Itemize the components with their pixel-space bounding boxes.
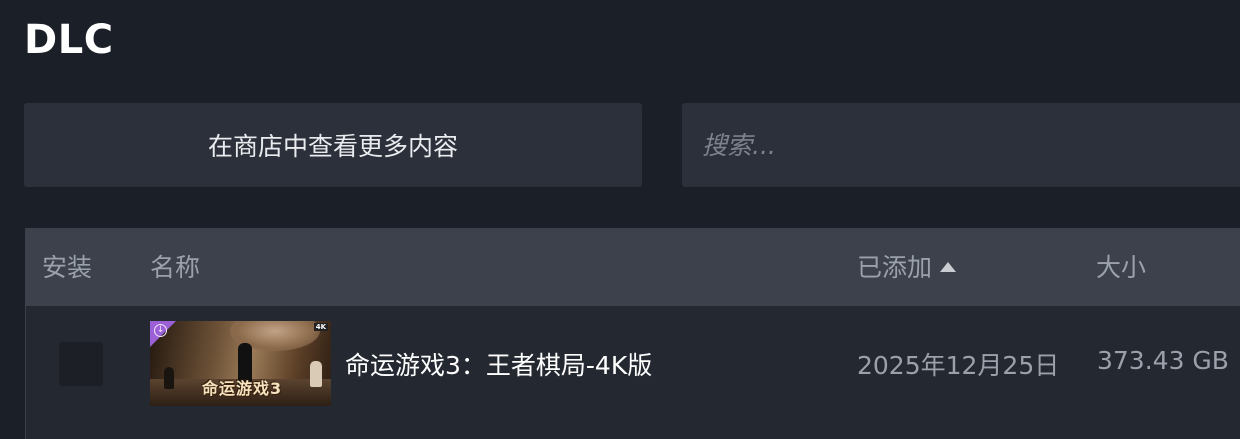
column-header-name[interactable]: 名称 <box>150 229 200 306</box>
column-header-added[interactable]: 已添加 <box>857 229 957 306</box>
dlc-table: 安装 名称 已添加 大小 命运游戏3 4K ↓ 命运游戏3：王者棋局-4K版 2… <box>25 228 1240 439</box>
thumbnail-logo-text: 命运游戏3 <box>202 379 283 398</box>
column-header-install[interactable]: 安装 <box>42 229 92 306</box>
view-more-in-store-label: 在商店中查看更多内容 <box>207 132 458 161</box>
chess-piece-icon <box>164 367 174 389</box>
search-box[interactable] <box>682 103 1240 187</box>
sort-ascending-icon <box>940 262 957 272</box>
dlc-name: 命运游戏3：王者棋局-4K版 <box>345 351 653 380</box>
dlc-size: 373.43 GB <box>1097 346 1229 375</box>
thumbnail-4k-badge: 4K <box>313 323 328 331</box>
column-header-added-label: 已添加 <box>857 253 933 282</box>
install-checkbox[interactable] <box>59 342 103 386</box>
dlc-added-date: 2025年12月25日 <box>857 351 1060 380</box>
table-row[interactable]: 命运游戏3 4K ↓ 命运游戏3：王者棋局-4K版 2025年12月25日 37… <box>26 306 1240 436</box>
search-input[interactable] <box>702 103 1232 187</box>
view-more-in-store-button[interactable]: 在商店中查看更多内容 <box>24 103 642 187</box>
page-title: DLC <box>24 17 114 63</box>
download-icon: ↓ <box>154 324 167 337</box>
table-header: 安装 名称 已添加 大小 <box>26 229 1240 306</box>
chess-piece-white-icon <box>310 361 322 387</box>
column-header-size[interactable]: 大小 <box>1096 229 1146 306</box>
dlc-thumbnail: 命运游戏3 4K ↓ <box>150 321 331 406</box>
